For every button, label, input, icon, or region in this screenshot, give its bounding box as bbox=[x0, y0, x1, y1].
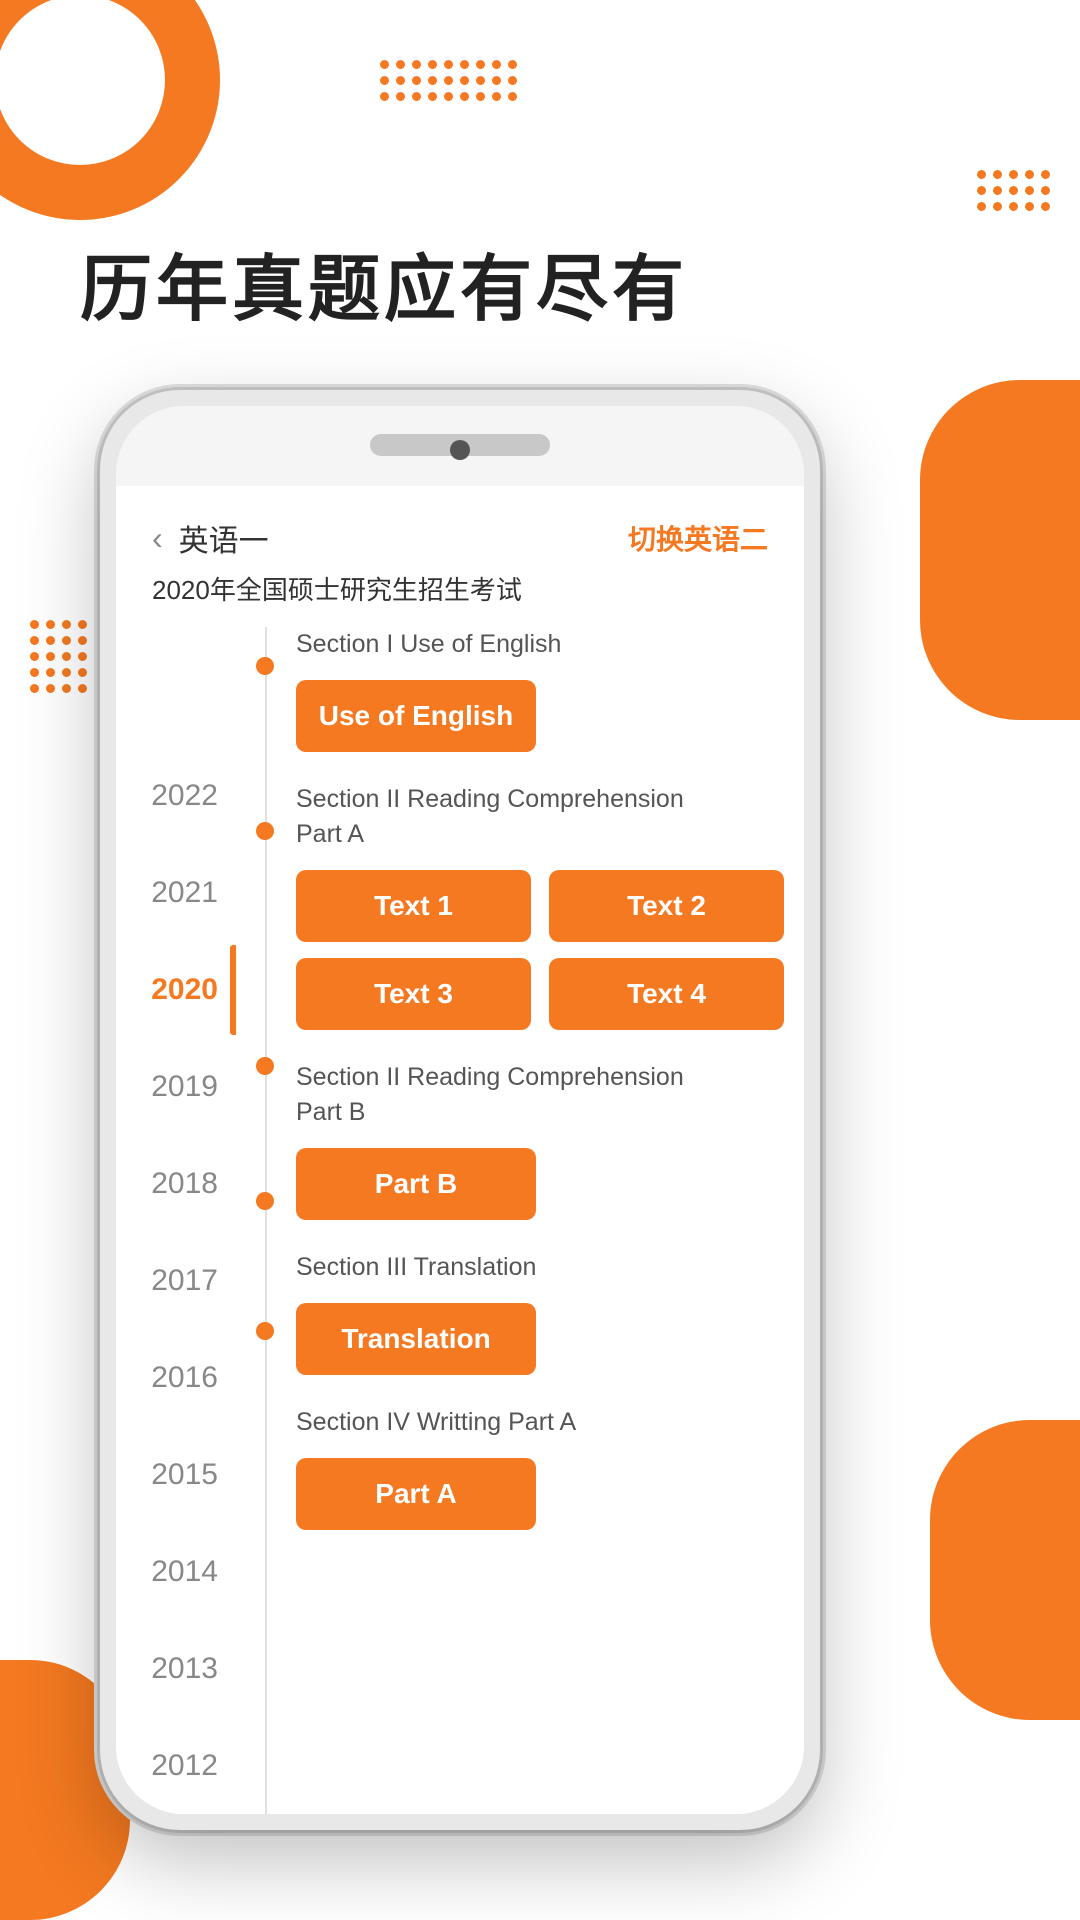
section2-label: Section II Reading ComprehensionPart A bbox=[296, 782, 784, 852]
dots-left-mid bbox=[30, 620, 103, 693]
switch-language-button[interactable]: 切换英语二 bbox=[628, 518, 768, 558]
header-title: 英语一 bbox=[179, 516, 269, 560]
year-2012[interactable]: 2012 bbox=[116, 1717, 236, 1814]
page-title: 历年真题应有尽有 bbox=[80, 230, 688, 335]
section3-label: Section II Reading ComprehensionPart B bbox=[296, 1060, 784, 1130]
text4-button[interactable]: Text 4 bbox=[549, 958, 784, 1030]
year-2020-active[interactable]: 2020 bbox=[116, 941, 236, 1038]
back-button[interactable]: ‹ bbox=[152, 520, 163, 557]
year-2014[interactable]: 2014 bbox=[116, 1523, 236, 1620]
translation-button[interactable]: Translation bbox=[296, 1303, 536, 1375]
year-2018[interactable]: 2018 bbox=[116, 1135, 236, 1232]
dots-top-right bbox=[977, 170, 1050, 211]
text3-button[interactable]: Text 3 bbox=[296, 958, 531, 1030]
dots-top-center bbox=[380, 60, 517, 101]
exam-subtitle: 2020年全国硕士研究生招生考试 bbox=[152, 575, 522, 635]
year-2022[interactable]: 2022 bbox=[116, 747, 236, 844]
phone-camera bbox=[450, 440, 470, 460]
section5-label: Section IV Writting Part A bbox=[296, 1405, 784, 1440]
exam-content: Section I Use of English Use of English … bbox=[286, 627, 804, 1814]
section3-buttons: Part B bbox=[296, 1148, 784, 1220]
section2-row2: Text 3 Text 4 bbox=[296, 958, 784, 1030]
bg-circle-decoration bbox=[0, 0, 220, 220]
section-use-of-english: Section I Use of English Use of English bbox=[296, 627, 784, 752]
text2-button[interactable]: Text 2 bbox=[549, 870, 784, 942]
section-translation: Section III Translation Translation bbox=[296, 1250, 784, 1375]
year-2021[interactable]: 2021 bbox=[116, 844, 236, 941]
timeline bbox=[246, 627, 286, 1814]
section1-label: Section I Use of English bbox=[296, 627, 784, 662]
bg-orange-bottom-right bbox=[930, 1420, 1080, 1720]
text1-button[interactable]: Text 1 bbox=[296, 870, 531, 942]
section4-label: Section III Translation bbox=[296, 1250, 784, 1285]
parta-button[interactable]: Part A bbox=[296, 1458, 536, 1530]
year-2017[interactable]: 2017 bbox=[116, 1232, 236, 1329]
partb-button[interactable]: Part B bbox=[296, 1148, 536, 1220]
year-2019[interactable]: 2019 bbox=[116, 1038, 236, 1135]
year-sidebar: 2022 2021 2020 2019 2018 2017 2016 2015 … bbox=[116, 627, 246, 1814]
section2-row1: Text 1 Text 2 bbox=[296, 870, 784, 942]
use-of-english-button[interactable]: Use of English bbox=[296, 680, 536, 752]
section1-buttons: Use of English bbox=[296, 680, 784, 752]
section-writing: Section IV Writting Part A Part A bbox=[296, 1405, 784, 1530]
year-2013[interactable]: 2013 bbox=[116, 1620, 236, 1717]
screen-header: ‹ 英语一 切换英语二 bbox=[116, 486, 804, 570]
section5-buttons: Part A bbox=[296, 1458, 784, 1530]
bg-orange-right-mid bbox=[920, 380, 1080, 720]
phone-screen: ‹ 英语一 切换英语二 2020年全国硕士研究生招生考试 2022 bbox=[116, 486, 804, 1814]
section-reading-partb: Section II Reading ComprehensionPart B P… bbox=[296, 1060, 784, 1220]
year-2015[interactable]: 2015 bbox=[116, 1426, 236, 1523]
section-reading-parta: Section II Reading ComprehensionPart A T… bbox=[296, 782, 784, 1030]
phone-mockup: ‹ 英语一 切换英语二 2020年全国硕士研究生招生考试 2022 bbox=[100, 390, 820, 1830]
year-2016[interactable]: 2016 bbox=[116, 1329, 236, 1426]
section4-buttons: Translation bbox=[296, 1303, 784, 1375]
